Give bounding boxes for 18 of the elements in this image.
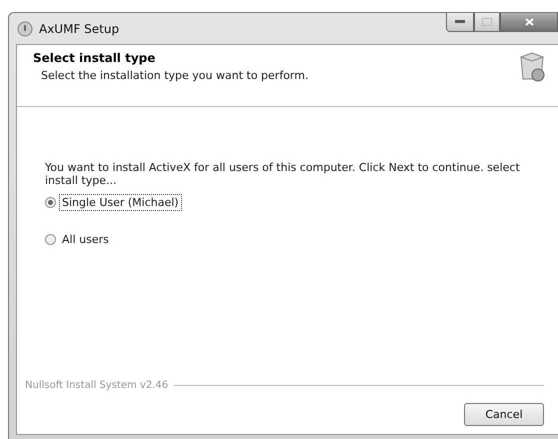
close-button[interactable] [500,13,558,32]
maximize-button[interactable] [474,13,500,32]
maximize-icon [482,18,492,26]
window-title: AxUMF Setup [39,22,120,36]
radio-button[interactable] [45,234,56,245]
close-icon [524,18,534,26]
app-icon [17,20,33,36]
radio-label[interactable]: Single User (Michael) [60,195,181,210]
installer-box-icon [518,51,546,83]
instruction-text: You want to install ActiveX for all users of this computer. Click Next to continue. select install type... [45,161,521,187]
radio-label[interactable]: All users [60,232,111,247]
page-title: Select install type [33,51,156,65]
cancel-button[interactable]: Cancel [464,403,544,426]
minimize-button[interactable] [446,13,474,32]
minimize-icon [455,20,465,24]
branding-text: Nullsoft Install System v2.46 [25,380,168,391]
radio-button[interactable] [45,197,56,208]
page-subtitle: Select the installation type you want to perform. [41,69,308,82]
